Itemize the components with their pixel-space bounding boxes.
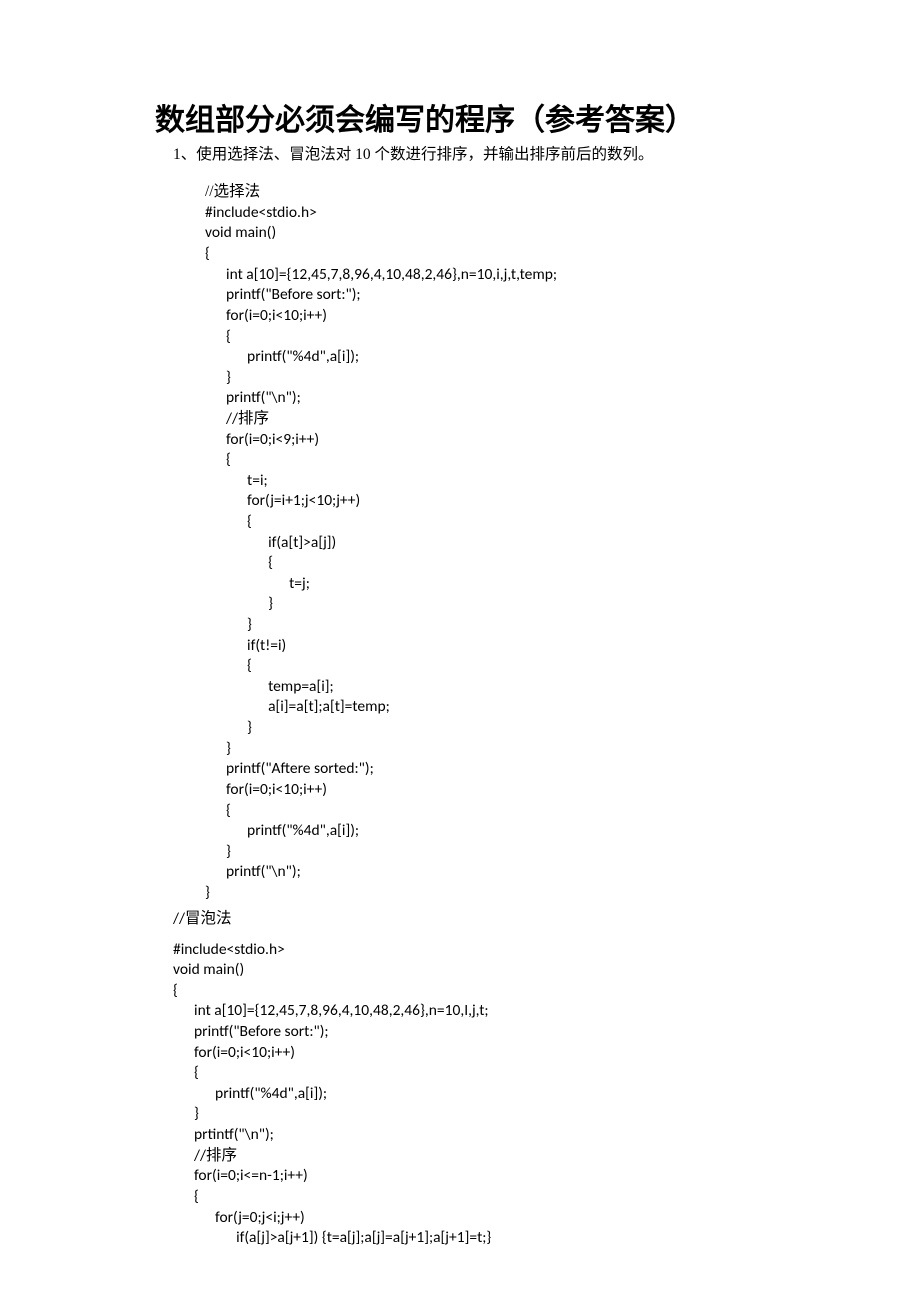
code-comment: 排序 — [206, 1147, 237, 1164]
code-line: printf("\n"); — [205, 388, 301, 407]
code-line: #include<stdio.h> — [205, 203, 317, 222]
bubble-sort-label: //冒泡法 — [173, 906, 800, 928]
code-line: } — [205, 368, 231, 387]
code-line: temp=a[i]; — [205, 677, 334, 696]
code-line: //选择法 — [205, 183, 260, 200]
code-comment: 排序 — [238, 410, 269, 427]
code-line: if(a[j]>a[j+1]) {t=a[j];a[j]=a[j+1];a[j+… — [173, 1228, 491, 1247]
code-line: } — [205, 594, 273, 613]
code-line: { — [205, 327, 231, 346]
code-line: t=i; — [205, 471, 268, 490]
code-line: { — [205, 801, 231, 820]
document-page: 数组部分必须会编写的程序（参考答案） 1、使用选择法、冒泡法对 10 个数进行排… — [0, 0, 920, 1309]
code-line: for(i=0;i<10;i++) — [205, 306, 327, 325]
code-line: { — [205, 512, 252, 531]
code-line: { — [205, 553, 273, 572]
code-line: printf("Aftere sorted:"); — [205, 759, 374, 778]
page-title: 数组部分必须会编写的程序（参考答案） — [155, 95, 800, 139]
code-line: printf("Before sort:"); — [205, 285, 361, 304]
code-line: } — [205, 842, 231, 861]
code-line: for(j=i+1;j<10;j++) — [205, 491, 360, 510]
code-line: { — [205, 656, 252, 675]
code-line: for(i=0;i<=n-1;i++) — [173, 1166, 308, 1185]
code-line: { — [173, 981, 178, 1000]
code-line: printf("\n"); — [205, 862, 301, 881]
code-line: } — [205, 615, 252, 634]
code-line: a[i]=a[t];a[t]=temp; — [205, 697, 390, 716]
question-text: 1、使用选择法、冒泡法对 10 个数进行排序，并输出排序前后的数列。 — [173, 143, 800, 166]
code-line: } — [205, 883, 210, 902]
code-line: } — [205, 739, 231, 758]
code-block-selection-sort: //选择法 #include<stdio.h> void main() { in… — [205, 182, 800, 903]
comment-text: 冒泡法 — [185, 910, 232, 927]
comment-slash: // — [173, 909, 185, 928]
code-line: for(i=0;i<10;i++) — [173, 1043, 295, 1062]
code-line: int a[10]={12,45,7,8,96,4,10,48,2,46},n=… — [173, 1001, 489, 1020]
code-line: t=j; — [205, 574, 310, 593]
code-line: { — [205, 450, 231, 469]
code-line: for(j=0;j<i;j++) — [173, 1208, 305, 1227]
code-line: // — [173, 1146, 206, 1165]
code-line: void main() — [173, 960, 244, 979]
code-line: } — [205, 718, 252, 737]
code-line: void main() — [205, 223, 276, 242]
code-block-bubble-sort: #include<stdio.h> void main() { int a[10… — [173, 940, 800, 1249]
code-line: printf("%4d",a[i]); — [173, 1084, 327, 1103]
code-line: { — [205, 244, 210, 263]
code-line: prtintf("\n"); — [173, 1125, 274, 1144]
code-line: for(i=0;i<10;i++) — [205, 780, 327, 799]
code-line: #include<stdio.h> — [173, 940, 285, 959]
code-line: if(a[t]>a[j]) — [205, 533, 336, 552]
code-line: int a[10]={12,45,7,8,96,4,10,48,2,46},n=… — [205, 265, 557, 284]
code-line: { — [173, 1063, 199, 1082]
code-line: for(i=0;i<9;i++) — [205, 430, 319, 449]
code-line: if(t!=i) — [205, 636, 286, 655]
code-line: printf("Before sort:"); — [173, 1022, 329, 1041]
code-line: printf("%4d",a[i]); — [205, 821, 359, 840]
code-line: printf("%4d",a[i]); — [205, 347, 359, 366]
code-line: } — [173, 1104, 199, 1123]
code-line: // — [205, 409, 238, 428]
code-line: { — [173, 1187, 199, 1206]
